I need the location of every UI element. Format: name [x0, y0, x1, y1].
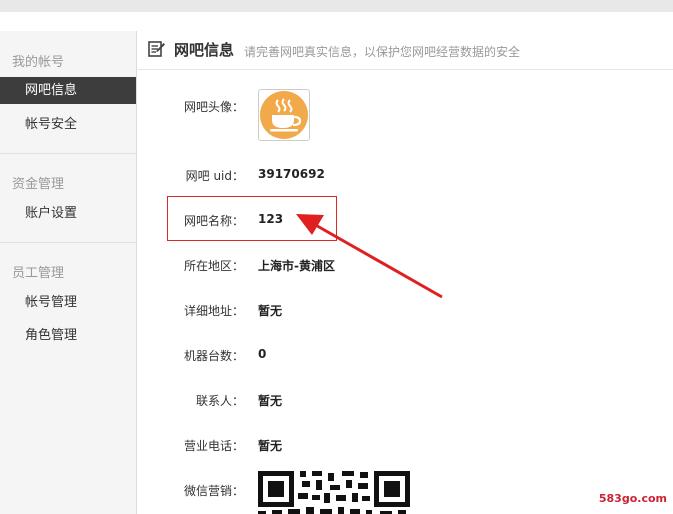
netcafe-avatar[interactable] [258, 89, 310, 141]
wechat-qr-code-icon[interactable] [258, 471, 410, 514]
watermark: 583go.com [598, 492, 667, 505]
sidebar-item-label: 账户设置 [25, 206, 78, 221]
page-subtitle: 请完善网吧真实信息，以保护您网吧经营数据的安全 [244, 45, 521, 59]
sidebar-item-netcafe-info[interactable]: 网吧信息 [0, 77, 136, 104]
sidebar-group-account: 我的帐号 [12, 55, 65, 70]
browser-top-bar [0, 0, 673, 12]
page-header: 网吧信息 请完善网吧真实信息，以保护您网吧经营数据的安全 [138, 31, 673, 70]
avatar-label: 网吧头像： [183, 100, 244, 114]
top-gap [0, 12, 673, 31]
sidebar-group-staff: 员工管理 [12, 266, 65, 281]
sidebar-item-role-management[interactable]: 角色管理 [0, 322, 136, 349]
sidebar-item-label: 帐号安全 [25, 117, 78, 132]
sidebar-item-account-management[interactable]: 帐号管理 [0, 289, 136, 316]
region-label: 所在地区： [183, 259, 244, 273]
sidebar-item-label: 角色管理 [25, 328, 78, 343]
machine-count-value: 0 [258, 347, 267, 361]
uid-value: 39170692 [258, 167, 325, 181]
phone-value: 暂无 [258, 439, 283, 453]
phone-label: 营业电话： [183, 439, 244, 453]
coffee-cup-icon [260, 91, 308, 139]
edit-form-icon [148, 41, 165, 57]
sidebar-group-funds: 资金管理 [12, 177, 65, 192]
contact-label: 联系人： [195, 394, 244, 408]
address-value: 暂无 [258, 304, 283, 318]
annotation-arrow-icon [296, 214, 443, 299]
sidebar-divider [0, 153, 136, 154]
wechat-label: 微信营销： [183, 484, 244, 498]
contact-value: 暂无 [258, 394, 283, 408]
sidebar-item-label: 网吧信息 [25, 83, 78, 98]
sidebar: 我的帐号 网吧信息 帐号安全 资金管理 账户设置 员工管理 帐号管理 角色管理 [0, 31, 137, 514]
address-label: 详细地址： [183, 304, 244, 318]
sidebar-item-account-settings[interactable]: 账户设置 [0, 200, 136, 227]
sidebar-item-account-security[interactable]: 帐号安全 [0, 111, 136, 138]
sidebar-divider [0, 242, 136, 243]
sidebar-item-label: 帐号管理 [25, 295, 78, 310]
machine-count-label: 机器台数： [183, 349, 244, 363]
uid-label: 网吧 uid： [185, 169, 244, 183]
page-title: 网吧信息 [174, 41, 235, 59]
